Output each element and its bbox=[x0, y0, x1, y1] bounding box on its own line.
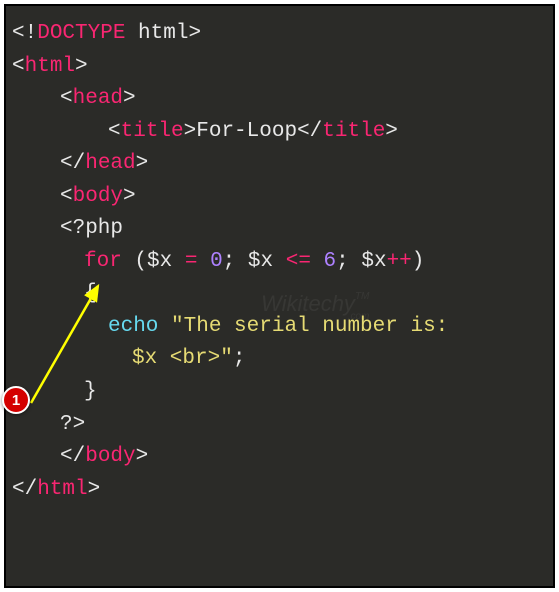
operator: <= bbox=[273, 250, 323, 273]
badge-number: 1 bbox=[12, 392, 20, 409]
bracket: </ bbox=[60, 152, 85, 175]
variable: $x bbox=[147, 250, 172, 273]
title-close-tag: title bbox=[322, 120, 385, 143]
code-line: <html> bbox=[12, 51, 547, 84]
code-line: { bbox=[12, 278, 547, 311]
string: "The serial number is: bbox=[158, 315, 448, 338]
doctype-keyword: DOCTYPE bbox=[37, 22, 125, 45]
html-close-tag: html bbox=[37, 478, 87, 501]
for-keyword: for bbox=[84, 250, 122, 273]
bracket: > bbox=[123, 185, 136, 208]
code-line: </head> bbox=[12, 148, 547, 181]
code-line: <title>For-Loop</title> bbox=[12, 116, 547, 149]
semicolon: ; bbox=[233, 347, 246, 370]
code-line: </html> bbox=[12, 474, 547, 507]
bracket: </ bbox=[12, 478, 37, 501]
bracket: < bbox=[12, 55, 25, 78]
bracket: < bbox=[108, 120, 121, 143]
variable: $x bbox=[361, 250, 386, 273]
bracket: > bbox=[184, 120, 197, 143]
bracket: > bbox=[136, 152, 149, 175]
bracket: > bbox=[188, 22, 201, 45]
operator: = bbox=[172, 250, 210, 273]
code-line: <head> bbox=[12, 83, 547, 116]
bracket: </ bbox=[60, 445, 85, 468]
code-line: for ($x = 0; $x <= 6; $x++) bbox=[12, 246, 547, 279]
code-line: </body> bbox=[12, 441, 547, 474]
brace: } bbox=[84, 380, 97, 403]
bracket: > bbox=[88, 478, 101, 501]
code-line: ?> bbox=[12, 409, 547, 442]
space bbox=[122, 250, 135, 273]
code-line: <?php bbox=[12, 213, 547, 246]
bracket: < bbox=[60, 185, 73, 208]
title-tag: title bbox=[121, 120, 184, 143]
variable: $x bbox=[248, 250, 273, 273]
bracket: > bbox=[385, 120, 398, 143]
code-line: } bbox=[12, 376, 547, 409]
number: 0 bbox=[210, 250, 223, 273]
annotation-badge: 1 bbox=[2, 386, 30, 414]
html-tag: html bbox=[25, 55, 75, 78]
bracket: </ bbox=[297, 120, 322, 143]
paren: ) bbox=[412, 250, 425, 273]
head-tag: head bbox=[73, 87, 123, 110]
operator: ++ bbox=[387, 250, 412, 273]
code-block: <!DOCTYPE html> <html> <head> <title>For… bbox=[12, 18, 547, 506]
body-close-tag: body bbox=[85, 445, 135, 468]
echo-keyword: echo bbox=[108, 315, 158, 338]
bracket: > bbox=[123, 87, 136, 110]
paren: ( bbox=[134, 250, 147, 273]
bracket: > bbox=[75, 55, 88, 78]
code-line: <!DOCTYPE html> bbox=[12, 18, 547, 51]
bracket: <! bbox=[12, 22, 37, 45]
php-close: ?> bbox=[60, 413, 85, 436]
semicolon: ; bbox=[336, 250, 361, 273]
bracket: > bbox=[136, 445, 149, 468]
doctype-text: html bbox=[125, 22, 188, 45]
code-screenshot-frame: <!DOCTYPE html> <html> <head> <title>For… bbox=[4, 4, 555, 588]
code-line: $x <br>"; bbox=[12, 343, 547, 376]
string: $x <br>" bbox=[132, 347, 233, 370]
body-tag: body bbox=[73, 185, 123, 208]
brace: { bbox=[84, 282, 97, 305]
code-line: echo "The serial number is: bbox=[12, 311, 547, 344]
code-line: <body> bbox=[12, 181, 547, 214]
number: 6 bbox=[324, 250, 337, 273]
semicolon: ; bbox=[223, 250, 248, 273]
title-text: For-Loop bbox=[196, 120, 297, 143]
bracket: < bbox=[60, 87, 73, 110]
head-close-tag: head bbox=[85, 152, 135, 175]
php-open: <?php bbox=[60, 217, 123, 240]
